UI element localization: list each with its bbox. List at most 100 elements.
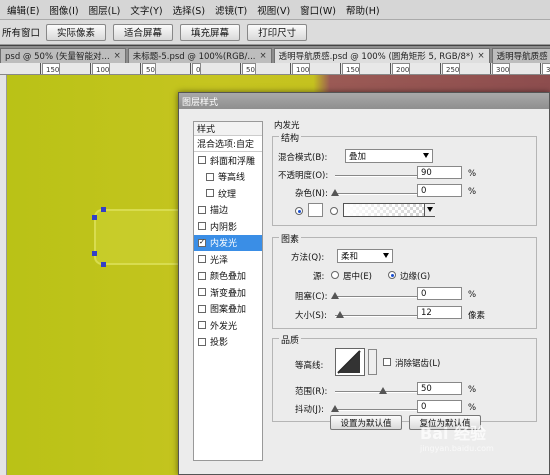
gradient-dropdown[interactable] [424, 204, 435, 216]
source-center-label[interactable]: 居中(E) [343, 270, 372, 282]
style-item[interactable]: ✓ 内发光 [194, 234, 262, 251]
style-checkbox[interactable]: ✓ [198, 238, 206, 247]
contour-label: 等高线: [295, 361, 324, 371]
menu-item[interactable]: 编辑(E) [2, 3, 44, 17]
style-checkbox[interactable] [206, 172, 214, 181]
style-item[interactable]: 渐变叠加 [194, 284, 262, 301]
style-checkbox[interactable] [198, 255, 206, 264]
antialias-checkbox[interactable] [383, 358, 391, 366]
tab-label: 透明导航质感.psd @ 100% (圆角矩形 5, RGB/8*) [278, 52, 474, 62]
all-windows-option[interactable]: 所有窗口 [2, 25, 40, 39]
close-icon[interactable]: × [477, 51, 484, 61]
style-item[interactable]: 投影 [194, 334, 262, 351]
method-select[interactable]: 柔和 [337, 249, 393, 263]
glow-color-swatch[interactable] [308, 203, 323, 217]
range-slider[interactable] [335, 387, 430, 394]
style-item[interactable]: 图案叠加 [194, 301, 262, 318]
style-checkbox[interactable] [198, 288, 206, 297]
close-icon[interactable]: × [259, 51, 266, 61]
noise-slider[interactable] [331, 189, 430, 196]
anchor-point[interactable] [101, 207, 106, 212]
source-center-radio[interactable] [331, 271, 339, 279]
close-icon[interactable]: × [114, 51, 121, 61]
ruler-number: 150 [342, 63, 361, 74]
size-slider[interactable] [335, 311, 430, 318]
ruler-tick [340, 63, 341, 74]
style-checkbox[interactable] [198, 271, 206, 280]
menu-item[interactable]: 窗口(W) [295, 3, 341, 17]
choke-slider-thumb[interactable] [331, 292, 339, 299]
contour-dropdown[interactable] [368, 349, 377, 375]
actual-pixels-button[interactable]: 实际像素 [46, 23, 107, 41]
size-input[interactable]: 12 [417, 306, 462, 319]
size-slider-thumb[interactable] [335, 311, 344, 318]
style-item-label: 颜色叠加 [210, 272, 247, 283]
panel-title: 内发光 [274, 121, 300, 131]
jitter-unit: % [468, 403, 477, 413]
style-checkbox[interactable] [206, 189, 214, 198]
menu-item[interactable]: 帮助(H) [341, 3, 385, 17]
choke-slider[interactable] [331, 292, 430, 299]
document-tab[interactable]: 透明导航质感.psd @ 100% (圆角矩形 5, RGB/8*) × [273, 48, 490, 63]
menu-item[interactable]: 文字(Y) [125, 3, 167, 17]
menu-item[interactable]: 视图(V) [252, 3, 295, 17]
style-item[interactable]: 内阴影 [194, 218, 262, 235]
menu-item[interactable]: 滤镜(T) [210, 3, 252, 17]
style-item[interactable]: 颜色叠加 [194, 268, 262, 285]
watermark-url: jingyan.baidu.com [420, 444, 494, 453]
style-checkbox[interactable] [198, 205, 206, 214]
jitter-slider-thumb[interactable] [331, 405, 339, 412]
noise-input[interactable]: 0 [417, 184, 462, 197]
fill-screen-button[interactable]: 填充屏幕 [180, 23, 241, 41]
menu-item[interactable]: 选择(S) [168, 3, 210, 17]
opacity-label: 不透明度(O): [278, 171, 329, 181]
method-label: 方法(Q): [291, 253, 325, 263]
ruler-tick [440, 63, 441, 74]
style-checkbox[interactable] [198, 337, 206, 346]
chevron-down-icon [383, 253, 389, 258]
opacity-slider[interactable] [335, 171, 430, 178]
document-tab[interactable]: psd @ 50% (矢量智能对... × [0, 48, 126, 63]
blend-options-item[interactable]: 混合选项:自定 [194, 136, 262, 152]
menu-item[interactable]: 图层(L) [84, 3, 126, 17]
source-edge-radio[interactable] [388, 271, 396, 279]
anchor-point[interactable] [92, 251, 97, 256]
anchor-point[interactable] [92, 215, 97, 220]
tab-label: 透明导航质感 [496, 52, 548, 62]
document-tab[interactable]: 透明导航质感× [491, 48, 550, 63]
noise-slider-thumb[interactable] [331, 189, 339, 196]
style-item[interactable]: 描边 [194, 202, 262, 219]
gradient-picker[interactable] [343, 203, 435, 217]
document-tab[interactable]: 未标题-5.psd @ 100%(RGB/... × [127, 48, 272, 63]
style-checkbox[interactable] [198, 156, 206, 165]
style-item[interactable]: 纹理 [194, 185, 262, 202]
menu-item[interactable]: 图像(I) [44, 3, 83, 17]
antialias-label[interactable]: 消除锯齿(L) [395, 357, 440, 369]
print-size-button[interactable]: 打印尺寸 [247, 23, 308, 41]
quality-group: 品质 等高线: 消除锯齿(L) 范围(R): 50 % 抖动(J): 0 % [272, 333, 537, 422]
range-slider-thumb[interactable] [378, 387, 387, 394]
style-item[interactable]: 外发光 [194, 317, 262, 334]
color-mode-radio[interactable] [295, 207, 303, 215]
anchor-point[interactable] [101, 262, 106, 267]
set-default-button[interactable]: 设置为默认值 [330, 415, 402, 430]
style-item[interactable]: 光泽 [194, 251, 262, 268]
contour-picker[interactable] [335, 348, 365, 376]
style-checkbox[interactable] [198, 304, 206, 313]
style-item-label: 外发光 [210, 321, 238, 332]
jitter-slider[interactable] [331, 405, 430, 412]
fit-screen-button[interactable]: 适合屏幕 [113, 23, 174, 41]
gradient-mode-radio[interactable] [330, 207, 338, 215]
source-edge-label[interactable]: 边缘(G) [400, 270, 430, 282]
style-item[interactable]: 斜面和浮雕 [194, 152, 262, 169]
jitter-input[interactable]: 0 [417, 400, 462, 413]
opacity-input[interactable]: 90 [417, 166, 462, 179]
style-item[interactable]: 等高线 [194, 169, 262, 186]
range-input[interactable]: 50 [417, 382, 462, 395]
styles-header[interactable]: 样式 [194, 122, 262, 136]
style-checkbox[interactable] [198, 321, 206, 330]
choke-input[interactable]: 0 [417, 287, 462, 300]
style-checkbox[interactable] [198, 222, 206, 231]
blend-mode-select[interactable]: 叠加 [345, 149, 433, 163]
ruler-tick [40, 63, 41, 74]
